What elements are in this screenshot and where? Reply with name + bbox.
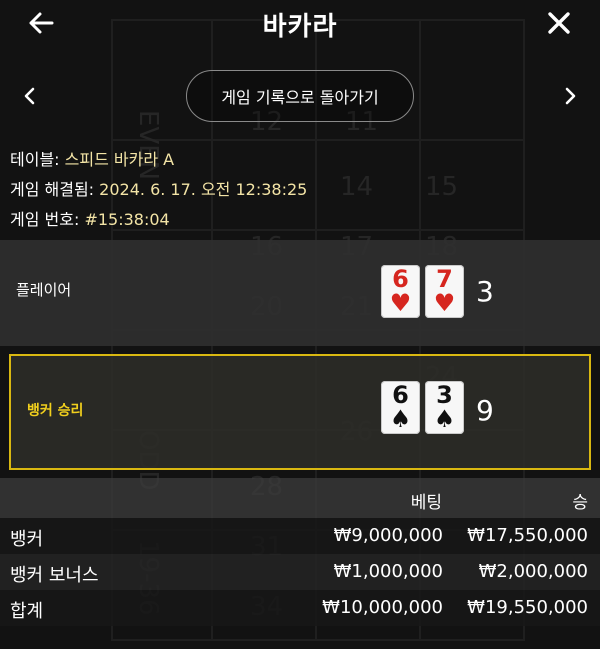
bet-type: 뱅커 보너스: [10, 565, 99, 586]
column-header-win: 승: [572, 493, 588, 513]
resolved-info: 게임 해결됨: 2024. 6. 17. 오전 12:38:25: [10, 176, 307, 200]
player-hand: 플레이어 6 ♥ 7 ♥ 3: [0, 240, 600, 346]
bet-type: 합계: [10, 601, 44, 622]
next-game-button[interactable]: [558, 83, 582, 109]
close-icon: [548, 12, 570, 34]
table-row-total: 합계 ₩10,000,000 ₩19,550,000: [0, 590, 600, 626]
table-info: 테이블: 스피드 바카라 A: [10, 146, 174, 170]
header-bar: 바카라: [0, 0, 600, 50]
bg-number: 14: [340, 172, 373, 202]
resolved-label: 게임 해결됨:: [10, 180, 95, 199]
win-amount: ₩17,550,000: [467, 525, 588, 546]
bet-type: 뱅커: [10, 529, 44, 550]
column-header-bet: 베팅: [410, 493, 442, 513]
playing-card: 6 ♠: [381, 381, 420, 434]
playing-card: 7 ♥: [425, 265, 464, 318]
chevron-left-icon: [24, 87, 35, 105]
win-amount: ₩19,550,000: [467, 597, 588, 618]
resolved-value: 2024. 6. 17. 오전 12:38:25: [99, 180, 308, 199]
game-number-value: #15:38:04: [84, 210, 170, 229]
game-number-label: 게임 번호:: [10, 210, 80, 229]
history-nav: 게임 기록으로 돌아가기: [0, 70, 600, 122]
heart-suit-icon: ♥: [389, 289, 412, 317]
playing-card: 3 ♠: [425, 381, 464, 434]
previous-game-button[interactable]: [18, 83, 42, 109]
back-to-history-button[interactable]: 게임 기록으로 돌아가기: [186, 70, 414, 122]
bets-table: 베팅 승 뱅커 ₩9,000,000 ₩17,550,000 뱅커 보너스 ₩1…: [0, 478, 600, 649]
bets-table-header: 베팅 승: [0, 478, 600, 518]
table-row: 뱅커 보너스 ₩1,000,000 ₩2,000,000: [0, 554, 600, 590]
banker-win-label: 뱅커 승리: [27, 403, 84, 419]
baccarat-game-detail: EVEN 12 11 14 15 16 17 18 20 21 24 26 28…: [0, 0, 600, 649]
playing-card: 6 ♥: [381, 265, 420, 318]
close-button[interactable]: [542, 6, 576, 40]
banker-hand: 뱅커 승리 6 ♠ 3 ♠ 9: [9, 354, 591, 470]
spade-suit-icon: ♠: [433, 405, 456, 433]
banker-score: 9: [476, 394, 494, 427]
chevron-right-icon: [565, 87, 576, 105]
table-value: 스피드 바카라 A: [64, 150, 175, 169]
bg-number: 15: [425, 172, 458, 202]
table-label: 테이블:: [10, 150, 60, 169]
table-row: 뱅커 ₩9,000,000 ₩17,550,000: [0, 518, 600, 554]
game-number-info: 게임 번호: #15:38:04: [10, 206, 170, 230]
bet-amount: ₩9,000,000: [333, 525, 443, 546]
win-amount: ₩2,000,000: [478, 561, 588, 582]
page-title: 바카라: [262, 12, 338, 42]
player-label: 플레이어: [16, 281, 72, 299]
bet-amount: ₩1,000,000: [333, 561, 443, 582]
player-score: 3: [476, 275, 494, 308]
spade-suit-icon: ♠: [389, 405, 412, 433]
heart-suit-icon: ♥: [433, 289, 456, 317]
bet-amount: ₩10,000,000: [322, 597, 443, 618]
